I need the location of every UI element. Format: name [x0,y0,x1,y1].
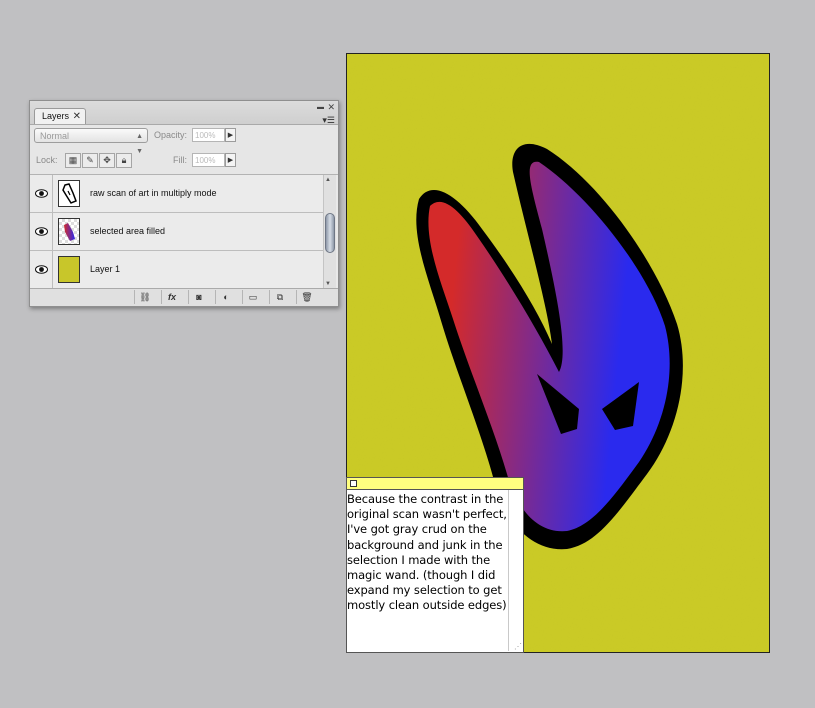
layers-list: raw scan of art in multiply mode selecte… [30,175,338,289]
layer-options: Normal ▲ ▼ Opacity: 100% ▶ Lock: ▦ ✎ ✥ 🔒︎… [30,125,338,175]
tab-label: Layers [42,111,70,121]
yellow-fill-thumbnail [58,256,80,283]
layers-panel: Layers ✕ ▬ ✕ ▾☰ Normal ▲ ▼ Opacity: 100% … [29,100,339,307]
fill-slider-arrow-icon[interactable]: ▶ [225,153,236,167]
line-art-thumbnail [58,180,80,207]
fx-label: fx [167,292,176,302]
minimize-icon[interactable]: ▬ [317,103,324,112]
visibility-eye-icon[interactable] [30,213,53,250]
panel-titlebar[interactable]: Layers ✕ ▬ ✕ ▾☰ [30,101,338,125]
note-header[interactable] [346,477,524,490]
layer-row[interactable]: selected area filled [30,213,324,251]
opacity-label: Opacity: [154,130,188,140]
fill-field[interactable]: 100% [192,153,225,167]
tab-layers[interactable]: Layers ✕ [34,108,86,124]
layers-scrollbar[interactable]: ▲ ▼ [323,175,336,289]
opacity-slider-arrow-icon[interactable]: ▶ [225,128,236,142]
tab-close-icon[interactable]: ✕ [73,109,81,124]
adjustment-icon[interactable]: ◐ [215,290,236,304]
layer-name: raw scan of art in multiply mode [90,188,217,198]
lock-label: Lock: [36,155,58,165]
opacity-field[interactable]: 100% [192,128,225,142]
note-body[interactable]: Because the contrast in the original sca… [346,490,524,653]
lock-all-icon[interactable]: 🔒︎ [116,153,132,168]
lock-transparent-icon[interactable]: ▦ [65,153,81,168]
note-close-box[interactable] [350,480,357,487]
blend-mode-select[interactable]: Normal ▲ ▼ [34,128,148,155]
blend-mode-value: Normal [40,131,70,141]
trash-icon[interactable]: 🗑︎ [296,290,317,304]
visibility-eye-icon[interactable] [30,251,53,288]
layer-name: selected area filled [90,226,166,236]
visibility-eye-icon[interactable] [30,175,53,212]
fx-icon[interactable]: fx [161,290,182,304]
note-scrollbar[interactable] [508,490,523,651]
layer-name: Layer 1 [90,264,121,274]
lock-move-icon[interactable]: ✥ [99,153,115,168]
link-icon[interactable]: ⛓ [134,290,155,304]
updown-arrows-icon: ▲ ▼ [136,133,143,155]
scroll-thumb[interactable] [325,213,335,253]
layer-row[interactable]: raw scan of art in multiply mode [30,175,324,213]
filled-shape-thumbnail [58,218,80,245]
close-icon[interactable]: ✕ [327,103,335,112]
lock-brush-icon[interactable]: ✎ [82,153,98,168]
scroll-up-icon[interactable]: ▲ [325,177,331,183]
folder-icon[interactable]: ▭ [242,290,263,304]
fill-label: Fill: [173,155,187,165]
resize-grip-icon[interactable]: ⋰ [514,642,522,651]
layer-row[interactable]: Layer 1 [30,251,324,289]
new-layer-icon[interactable]: ⧉ [269,290,290,304]
mask-icon[interactable]: ◙ [188,290,209,304]
scroll-down-icon[interactable]: ▼ [325,281,331,287]
note-text: Because the contrast in the original sca… [347,492,507,613]
layers-bottom-bar: ⛓ fx ◙ ◐ ▭ ⧉ 🗑︎ [30,288,338,306]
